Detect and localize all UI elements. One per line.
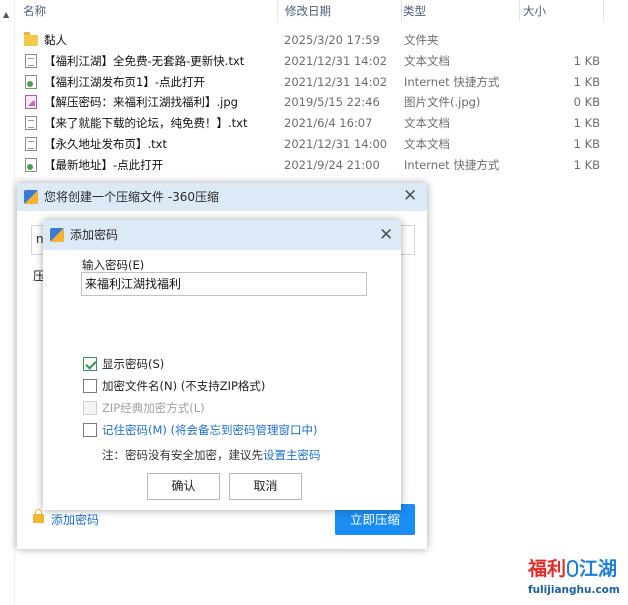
file-type: 图片文件(.jpg) (404, 95, 481, 110)
shortcut-icon (25, 74, 37, 89)
file-row[interactable]: 【来了就能下载的论坛，纯免费！】.txt 2021/6/4 16:07 文本文档 1 … (14, 113, 628, 133)
file-size: 1 KB (573, 157, 600, 172)
file-name: 【解压密码：来福利江湖找福利】.jpg (44, 95, 238, 110)
password-input[interactable]: 来福利江湖找福利 (81, 272, 367, 296)
file-name: 【福利江湖】全免费-无套路-更新快.txt (44, 53, 245, 68)
remember-password-checkbox[interactable] (83, 423, 97, 437)
shortcut-icon (25, 157, 37, 172)
text-file-icon (25, 137, 37, 151)
watermark-domain: fulijianghu.com (528, 584, 620, 596)
password-dialog-title: 添加密码 (70, 228, 119, 242)
file-size: 1 KB (573, 137, 600, 151)
add-password-label: 添加密码 (51, 513, 100, 527)
column-header-name[interactable]: 名称 (14, 0, 278, 22)
file-row[interactable]: 【最新地址】-点此打开 2021/9/24 21:00 Internet 快捷方式 1… (14, 155, 628, 175)
text-file-icon (25, 116, 37, 131)
column-header-type[interactable]: 类型 (394, 0, 520, 22)
compress-window-title: 您将创建一个压缩文件 -360压缩 (44, 190, 220, 204)
cancel-button[interactable]: 取消 (229, 473, 302, 500)
column-header-size[interactable]: 大小 (514, 0, 604, 22)
file-type: 文件夹 (404, 33, 439, 47)
file-date: 2025/3/20 17:59 (284, 33, 380, 47)
set-master-password-link[interactable]: 设置主密码 (263, 448, 321, 462)
file-name: 【最新地址】-点此打开 (44, 157, 164, 172)
password-field-label: 输入密码(E) (82, 258, 145, 272)
file-type: Internet 快捷方式 (404, 157, 500, 172)
zip-classic-label: ZIP经典加密方式(L) (102, 401, 205, 415)
file-name: 【福利江湖发布页1】-点此打开 (44, 74, 205, 89)
lock-icon (33, 509, 44, 523)
file-row[interactable]: 【福利江湖】全免费-无套路-更新快.txt 2021/12/31 14:02 文本文… (14, 51, 628, 71)
file-name: 【来了就能下载的论坛，纯免费！】.txt (44, 116, 248, 131)
file-row[interactable]: 【福利江湖发布页1】-点此打开 2021/12/31 14:02 Internet … (14, 72, 628, 92)
security-note-text: 注：密码没有安全加密，建议先 (102, 448, 263, 462)
file-date: 2019/5/15 22:46 (284, 95, 380, 110)
watermark-logo: 福利 江湖 fulijianghu.com (528, 556, 622, 602)
navigation-pane-edge: ▲ (0, 0, 15, 605)
column-header-date[interactable]: 修改日期 (276, 0, 402, 22)
file-date: 2021/9/24 21:00 (284, 157, 380, 172)
watermark-title: 福利 江湖 (528, 558, 617, 580)
text-file-icon (25, 53, 37, 68)
file-type: 文本文档 (404, 137, 450, 151)
encrypt-filenames-checkbox[interactable] (83, 379, 97, 393)
file-type: Internet 快捷方式 (404, 74, 500, 89)
watermark-red-text: 福利 (528, 558, 567, 580)
file-date: 2021/12/31 14:02 (284, 53, 388, 68)
image-file-icon (25, 95, 37, 110)
zip-classic-checkbox (83, 401, 97, 415)
file-row[interactable]: 黏人 2025/3/20 17:59 文件夹 (14, 30, 628, 50)
file-name: 【永久地址发布页】.txt (44, 137, 167, 151)
security-note: 注：密码没有安全加密，建议先设置主密码 (102, 447, 321, 463)
collapse-caret-icon[interactable]: ▲ (3, 10, 9, 19)
close-icon[interactable]: ✕ (403, 188, 417, 205)
file-size: 1 KB (573, 74, 600, 89)
compress-app-icon (24, 190, 38, 204)
file-row[interactable]: 【解压密码：来福利江湖找福利】.jpg 2019/5/15 22:46 图片文件(.… (14, 92, 628, 112)
file-type: 文本文档 (404, 53, 450, 68)
watermark-blue-text: 江湖 (579, 558, 618, 580)
file-row[interactable]: 【永久地址发布页】.txt 2021/12/31 14:00 文本文档 1 KB (14, 134, 628, 154)
dialog-close-icon[interactable]: ✕ (379, 227, 393, 244)
file-date: 2021/12/31 14:00 (284, 137, 388, 151)
password-app-icon (50, 228, 64, 242)
compress-window-titlebar[interactable]: 您将创建一个压缩文件 -360压缩 ✕ (17, 183, 427, 211)
remember-password-label: 记住密码(M) (将会备忘到密码管理窗口中) (102, 423, 318, 437)
file-name: 黏人 (44, 33, 67, 47)
file-size: 1 KB (573, 53, 600, 68)
add-password-dialog: 添加密码 ✕ 输入密码(E) 来福利江湖找福利 显示密码(S) 加密文件名(N)… (43, 220, 401, 510)
file-date: 2021/12/31 14:02 (284, 74, 388, 89)
file-date: 2021/6/4 16:07 (284, 116, 373, 131)
file-size (534, 30, 600, 50)
password-dialog-titlebar[interactable]: 添加密码 ✕ (43, 220, 401, 250)
file-type: 文本文档 (404, 116, 450, 131)
confirm-button[interactable]: 确认 (147, 473, 220, 500)
file-size: 1 KB (573, 116, 600, 131)
file-list-header: 名称 修改日期 类型 大小 (14, 0, 628, 22)
encrypt-filenames-label: 加密文件名(N) (不支持ZIP格式) (102, 379, 266, 393)
folder-icon (24, 32, 38, 46)
mouse-icon (567, 560, 579, 577)
file-size: 0 KB (573, 95, 600, 110)
show-password-checkbox[interactable] (83, 357, 97, 371)
show-password-label: 显示密码(S) (102, 357, 165, 371)
